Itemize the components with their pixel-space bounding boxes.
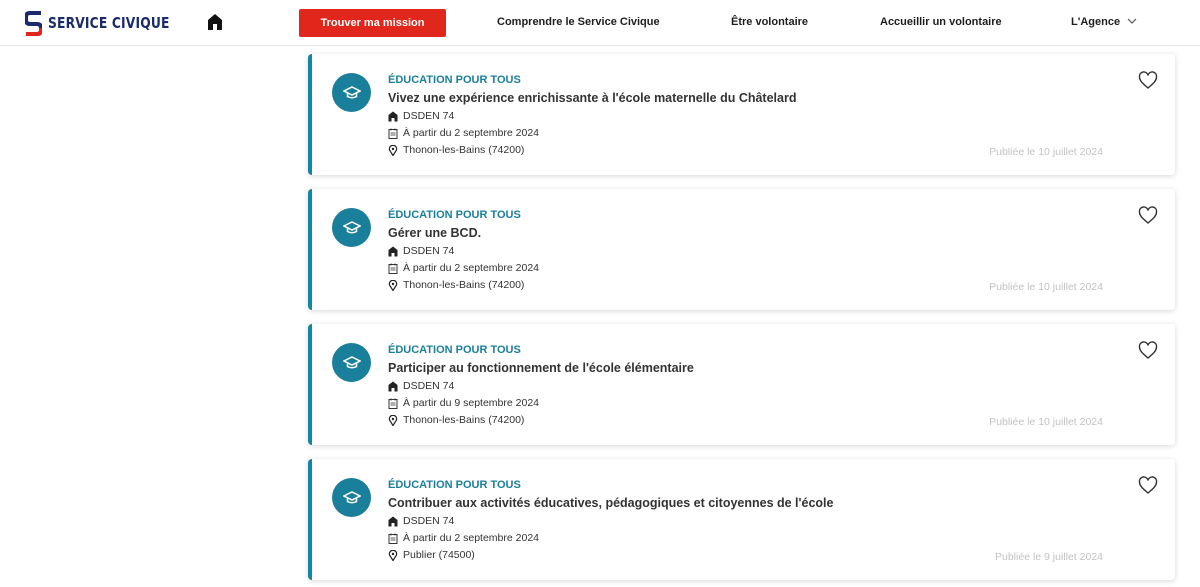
mission-category: ÉDUCATION POUR TOUS <box>388 344 521 356</box>
mission-organization: DSDEN 74 <box>388 245 454 257</box>
service-civique-logo[interactable]: SERVICE CIVIQUE <box>25 9 196 37</box>
calendar-icon <box>388 533 398 544</box>
mission-title[interactable]: Vivez une expérience enrichissante à l'é… <box>388 91 796 105</box>
mission-card[interactable]: ÉDUCATION POUR TOUS Contribuer aux activ… <box>308 459 1175 580</box>
find-mission-button[interactable]: Trouver ma mission <box>299 9 446 37</box>
mission-location: Thonon-les-Bains (74200) <box>388 414 524 426</box>
top-navigation: SERVICE CIVIQUE Trouver ma mission Compr… <box>0 0 1200 46</box>
publication-date: Publiée le 10 juillet 2024 <box>989 416 1103 428</box>
heart-icon[interactable] <box>1138 476 1158 495</box>
publication-date: Publiée le 9 juillet 2024 <box>995 551 1103 563</box>
mission-category: ÉDUCATION POUR TOUS <box>388 209 521 221</box>
start-date: À partir du 2 septembre 2024 <box>403 532 539 544</box>
organization-name: DSDEN 74 <box>403 110 455 122</box>
mission-title[interactable]: Participer au fonctionnement de l'école … <box>388 361 694 375</box>
mission-location: Publier (74500) <box>388 549 475 561</box>
mission-start: À partir du 9 septembre 2024 <box>388 397 539 409</box>
mission-title[interactable]: Contribuer aux activités éducatives, péd… <box>388 496 833 510</box>
graduation-cap-icon <box>332 73 371 112</box>
graduation-cap-icon <box>332 208 371 247</box>
mission-organization: DSDEN 74 <box>388 515 454 527</box>
nav-agence[interactable]: L'Agence <box>1071 16 1120 28</box>
calendar-icon <box>388 263 398 274</box>
map-pin-icon <box>388 549 398 561</box>
mission-card[interactable]: ÉDUCATION POUR TOUS Gérer une BCD. DSDEN… <box>308 189 1175 310</box>
calendar-icon <box>388 128 398 139</box>
nav-comprendre[interactable]: Comprendre le Service Civique <box>497 16 660 28</box>
map-pin-icon <box>388 279 398 291</box>
location-name: Thonon-les-Bains (74200) <box>403 414 525 426</box>
location-name: Thonon-les-Bains (74200) <box>403 144 525 156</box>
mission-title[interactable]: Gérer une BCD. <box>388 226 481 240</box>
mission-location: Thonon-les-Bains (74200) <box>388 279 524 291</box>
building-icon <box>388 516 398 526</box>
map-pin-icon <box>388 414 398 426</box>
building-icon <box>388 111 398 121</box>
mission-category: ÉDUCATION POUR TOUS <box>388 479 521 491</box>
location-name: Thonon-les-Bains (74200) <box>403 279 525 291</box>
heart-icon[interactable] <box>1138 206 1158 225</box>
publication-date: Publiée le 10 juillet 2024 <box>989 146 1103 158</box>
graduation-cap-icon <box>332 343 371 382</box>
calendar-icon <box>388 398 398 409</box>
start-date: À partir du 9 septembre 2024 <box>403 397 539 409</box>
start-date: À partir du 2 septembre 2024 <box>403 127 539 139</box>
graduation-cap-icon <box>332 478 371 517</box>
mission-card[interactable]: ÉDUCATION POUR TOUS Participer au foncti… <box>308 324 1175 445</box>
home-icon[interactable] <box>207 13 223 31</box>
mission-location: Thonon-les-Bains (74200) <box>388 144 524 156</box>
mission-start: À partir du 2 septembre 2024 <box>388 262 539 274</box>
mission-start: À partir du 2 septembre 2024 <box>388 127 539 139</box>
logo-text: SERVICE CIVIQUE <box>48 14 170 32</box>
building-icon <box>388 246 398 256</box>
service-civique-logo-mark <box>25 10 42 36</box>
start-date: À partir du 2 septembre 2024 <box>403 262 539 274</box>
heart-icon[interactable] <box>1138 341 1158 360</box>
mission-card[interactable]: ÉDUCATION POUR TOUS Vivez une expérience… <box>308 54 1175 175</box>
mission-organization: DSDEN 74 <box>388 110 454 122</box>
heart-icon[interactable] <box>1138 71 1158 90</box>
location-name: Publier (74500) <box>403 549 475 561</box>
organization-name: DSDEN 74 <box>403 380 455 392</box>
mission-category: ÉDUCATION POUR TOUS <box>388 74 521 86</box>
mission-organization: DSDEN 74 <box>388 380 454 392</box>
building-icon <box>388 381 398 391</box>
organization-name: DSDEN 74 <box>403 245 455 257</box>
publication-date: Publiée le 10 juillet 2024 <box>989 281 1103 293</box>
nav-accueillir[interactable]: Accueillir un volontaire <box>880 16 1002 28</box>
chevron-down-icon[interactable] <box>1127 17 1137 25</box>
map-pin-icon <box>388 144 398 156</box>
mission-start: À partir du 2 septembre 2024 <box>388 532 539 544</box>
nav-etre-volontaire[interactable]: Être volontaire <box>731 16 808 28</box>
organization-name: DSDEN 74 <box>403 515 455 527</box>
